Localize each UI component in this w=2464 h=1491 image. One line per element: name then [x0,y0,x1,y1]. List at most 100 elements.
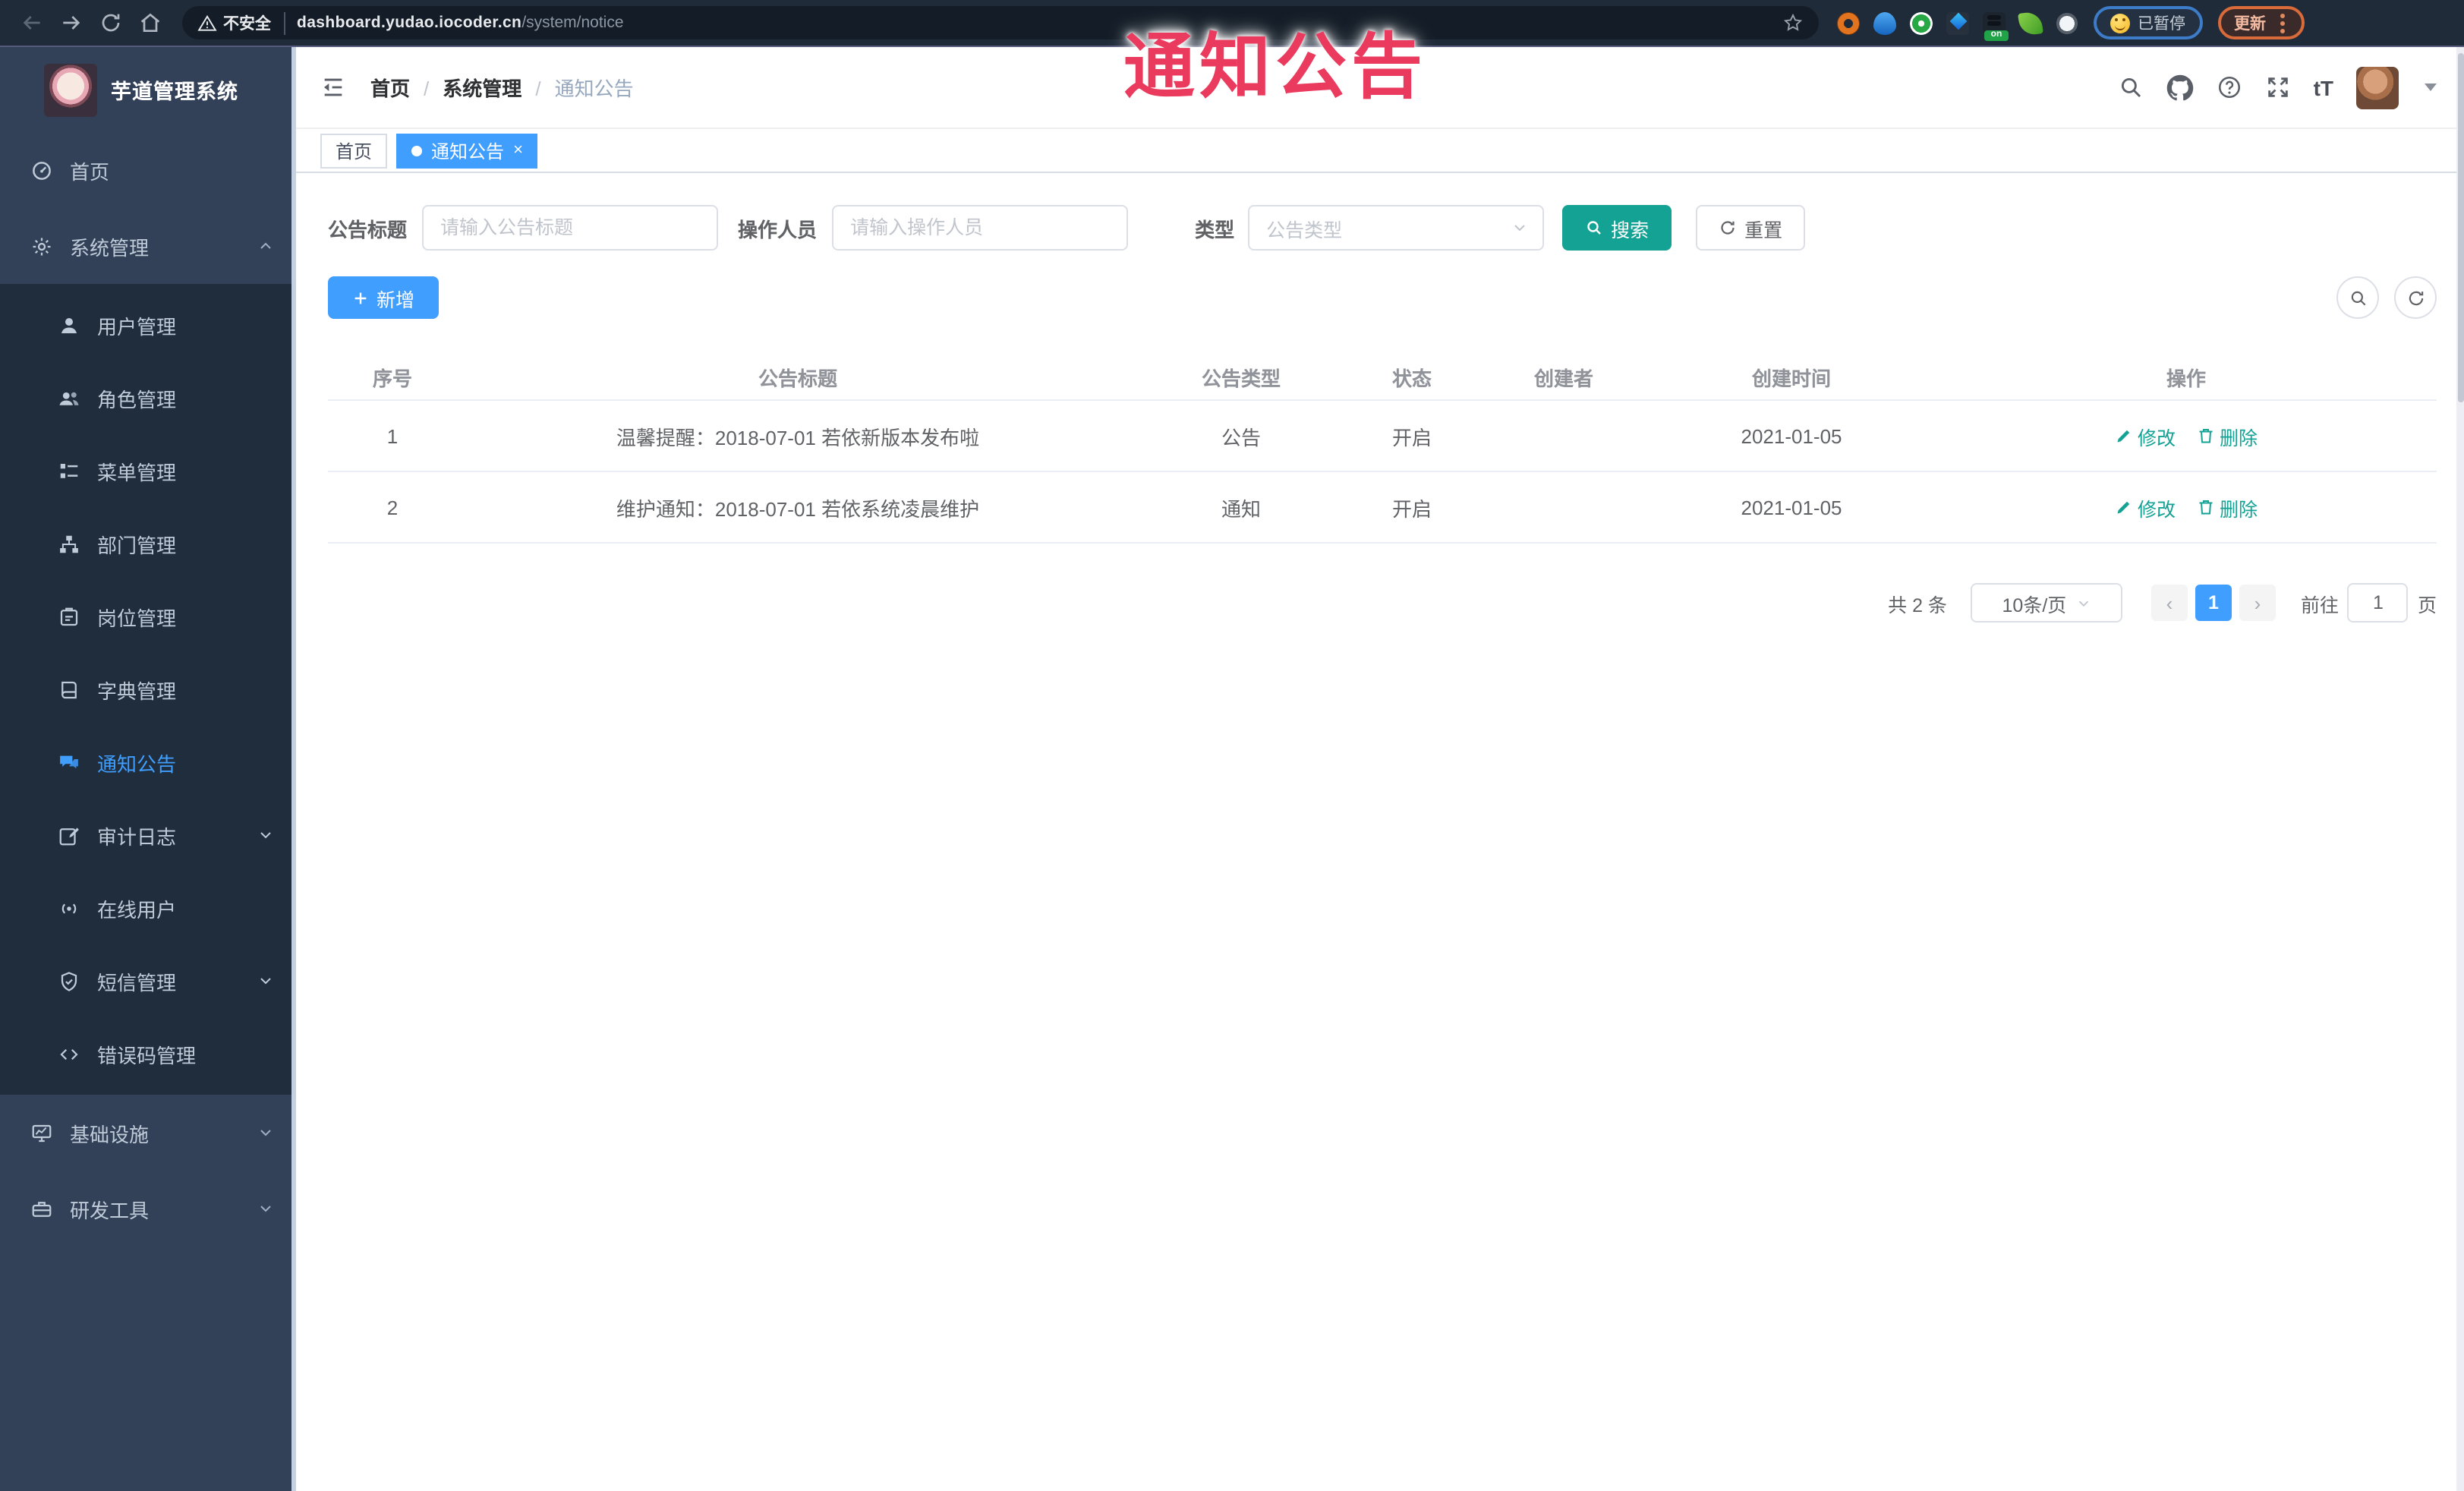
chevron-down-icon [2079,600,2089,607]
col-header-actions: 操作 [2166,367,2206,390]
sidebar-item-online-users[interactable]: 在线用户 [0,872,296,944]
users-icon [59,391,79,405]
delete-row-button[interactable]: 删除 [2197,421,2258,450]
pagination-total: 共 2 条 [1888,594,1947,616]
browser-reload-icon[interactable] [91,5,131,41]
breadcrumb-home[interactable]: 首页 [370,73,410,102]
prev-page-button[interactable]: ‹ [2150,585,2188,621]
tab-notices[interactable]: 通知公告 × [396,133,538,168]
sidebar-item-dicts[interactable]: 字典管理 [0,653,296,726]
edit-row-button[interactable]: 修改 [2115,421,2176,450]
extension-puzzle-icon[interactable] [2056,11,2078,34]
paused-label: 已暂停 [2138,14,2185,33]
search-button[interactable]: 搜索 [1562,205,1672,251]
delete-row-button[interactable]: 删除 [2197,493,2258,522]
update-label: 更新 [2234,14,2266,33]
show-search-toggle-button[interactable] [2336,276,2379,319]
col-header-time: 创建时间 [1751,367,1831,390]
cell-title: 温馨提醒：2018-07-01 若依新版本发布啦 [616,426,980,449]
extension-blue-pin-icon[interactable] [1873,11,1896,34]
trash-icon [2199,429,2213,443]
type-filter-label: 类型 [1195,218,1235,241]
sidebar-item-menus[interactable]: 菜单管理 [0,434,296,507]
edit-square-icon [59,827,79,845]
sidebar-item-error-codes[interactable]: 错误码管理 [0,1017,296,1090]
collapse-sidebar-icon[interactable] [320,74,346,100]
browser-menu-icon[interactable] [2280,20,2284,25]
emoji-face-icon [2110,13,2130,33]
menu-tree-icon [60,463,78,478]
tab-home[interactable]: 首页 [320,133,388,168]
annotation-overlay-title: 通知公告 [1123,26,1427,106]
reset-button[interactable]: 重置 [1696,205,1806,251]
bookmark-star-icon[interactable] [1782,12,1804,33]
title-filter-input[interactable] [422,205,719,251]
fullscreen-icon[interactable] [2265,74,2291,100]
font-size-icon[interactable]: tT [2314,75,2333,99]
search-icon [1587,221,1601,235]
col-header-title: 公告标题 [758,367,837,390]
cell-type: 通知 [1221,497,1261,520]
close-tab-icon[interactable]: × [513,141,523,159]
notice-bubbles-icon [60,755,78,768]
browser-back-icon[interactable] [12,5,52,41]
chevron-up-icon [257,237,275,255]
app-logo-row[interactable]: 芋道管理系统 [0,47,296,132]
browser-home-icon[interactable] [131,5,170,41]
security-label[interactable]: 不安全 [223,11,285,34]
extension-blue-diamond-icon[interactable] [1946,11,1969,34]
address-bar[interactable]: 不安全 dashboard.yudao.iocoder.cn /system/n… [182,6,1819,39]
user-avatar[interactable] [2356,66,2399,109]
breadcrumb: 首页 系统管理 通知公告 [370,73,634,102]
sidebar-item-sms[interactable]: 短信管理 [0,944,296,1017]
cell-status: 开启 [1391,426,1432,449]
sidebar-item-roles[interactable]: 角色管理 [0,361,296,434]
table-row[interactable]: 2 维护通知：2018-07-01 若依系统凌晨维护 通知 开启 2021-01… [328,472,2437,544]
edit-row-button[interactable]: 修改 [2115,493,2176,522]
extension-green-circle-icon[interactable] [1910,11,1933,34]
table-row[interactable]: 1 温馨提醒：2018-07-01 若依新版本发布啦 公告 开启 2021-01… [328,401,2437,472]
header-search-icon[interactable] [2118,74,2144,100]
cell-status: 开启 [1391,497,1432,520]
breadcrumb-system[interactable]: 系统管理 [410,73,521,102]
goto-page-input[interactable] [2347,583,2409,623]
sidebar-item-posts[interactable]: 岗位管理 [0,580,296,653]
add-button[interactable]: 新增 [328,276,440,319]
col-header-status: 状态 [1391,367,1432,390]
refresh-table-button[interactable] [2394,276,2437,319]
help-icon[interactable] [2217,74,2242,100]
sidebar-item-departments[interactable]: 部门管理 [0,507,296,580]
online-signal-icon [61,903,77,913]
type-filter-select[interactable]: 公告类型 [1248,205,1545,251]
cell-time: 2021-01-05 [1741,496,1842,519]
extensions-row [1837,10,2078,40]
page-scrollbar[interactable] [2456,47,2464,1491]
browser-update-button[interactable]: 更新 [2217,6,2304,39]
extension-green-leaf-icon[interactable] [2018,10,2043,36]
page-number-button[interactable]: 1 [2195,585,2232,621]
github-icon[interactable] [2166,74,2194,101]
sidebar-item-audit-log[interactable]: 审计日志 [0,799,296,872]
sidebar-item-users[interactable]: 用户管理 [0,288,296,361]
extension-orange-ring-icon[interactable] [1837,11,1860,34]
avatar-caret-down-icon[interactable] [2425,84,2437,91]
scrollbar-thumb[interactable] [2457,53,2463,402]
plus-icon [354,292,367,304]
cell-title: 维护通知：2018-07-01 若依系统凌晨维护 [616,497,980,520]
url-host: dashboard.yudao.iocoder.cn [297,14,522,32]
sidebar-item-infrastructure[interactable]: 基础设施 [0,1095,296,1171]
pencil-icon [2117,501,2130,514]
page-size-select[interactable]: 10条/页 [1971,583,2123,623]
next-page-button[interactable]: › [2239,585,2276,621]
sidebar-item-notices[interactable]: 通知公告 [0,726,296,799]
paused-status-chip[interactable]: 已暂停 [2094,6,2202,39]
dashboard-icon [33,161,51,179]
sidebar-item-home[interactable]: 首页 [0,132,296,208]
extension-database-on-icon[interactable] [1983,11,2009,40]
chevron-down-icon [257,826,275,844]
sidebar-item-dev-tools[interactable]: 研发工具 [0,1171,296,1247]
sidebar-item-system[interactable]: 系统管理 [0,208,296,284]
browser-forward-icon[interactable] [52,5,91,41]
pencil-icon [2117,430,2130,443]
operator-filter-input[interactable] [832,205,1129,251]
